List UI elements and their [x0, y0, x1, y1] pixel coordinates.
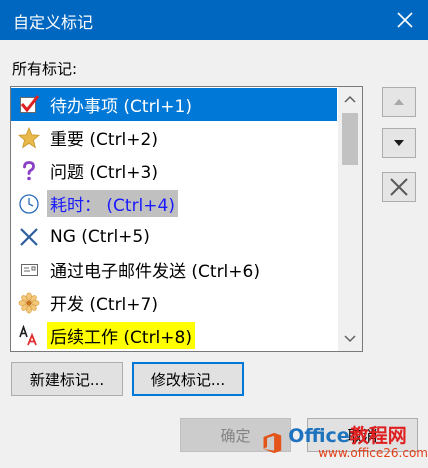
tags-listbox[interactable]: 待办事项 (Ctrl+1) 重要 (Ctrl+2) 问题 (Ctrl+3) 耗时…: [10, 86, 363, 352]
tag-item-time-consuming[interactable]: 耗时： (Ctrl+4): [11, 187, 337, 220]
triangle-up-icon: [394, 99, 404, 105]
tag-label: 通过电子邮件发送 (Ctrl+6): [50, 262, 260, 282]
question-mark-icon: [11, 154, 47, 187]
x-mark-icon: [11, 220, 47, 253]
watermark: Office教程网 www.office26.com: [262, 418, 428, 468]
all-tags-label: 所有标记:: [12, 60, 78, 78]
tag-item-follow-up[interactable]: 后续工作 (Ctrl+8): [11, 319, 337, 351]
chevron-up-icon: [344, 95, 356, 103]
chevron-down-icon: [344, 335, 356, 343]
tag-label: 待办事项 (Ctrl+1): [50, 97, 192, 117]
clock-icon: [11, 187, 47, 220]
tag-label: 开发 (Ctrl+7): [50, 295, 158, 315]
delete-x-icon: [390, 178, 408, 196]
tag-label: 耗时： (Ctrl+4): [47, 190, 178, 217]
email-card-icon: [11, 253, 47, 286]
new-tag-button[interactable]: 新建标记...: [11, 362, 123, 396]
tag-item-todo[interactable]: 待办事项 (Ctrl+1): [11, 88, 337, 121]
triangle-down-icon: [394, 140, 404, 146]
scroll-down-button[interactable]: [338, 327, 362, 351]
move-down-button[interactable]: [382, 128, 416, 158]
font-color-icon: [11, 319, 47, 351]
watermark-site: 教程网: [349, 424, 407, 447]
watermark-office: Office: [288, 424, 350, 447]
title-bar: 自定义标记: [0, 0, 428, 40]
scroll-up-button[interactable]: [338, 87, 362, 111]
tag-item-important[interactable]: 重要 (Ctrl+2): [11, 121, 337, 154]
tag-item-email[interactable]: 通过电子邮件发送 (Ctrl+6): [11, 253, 337, 286]
flower-icon: [11, 286, 47, 319]
close-button[interactable]: [382, 0, 428, 40]
checkbox-checked-icon: [11, 88, 47, 121]
modify-tag-button[interactable]: 修改标记...: [132, 362, 244, 396]
tag-label: 重要 (Ctrl+2): [50, 130, 158, 150]
move-up-button[interactable]: [382, 87, 416, 117]
tag-label: 问题 (Ctrl+3): [50, 163, 158, 183]
tag-label: 后续工作 (Ctrl+8): [47, 322, 195, 349]
star-icon: [11, 121, 47, 154]
watermark-url: www.office26.com: [318, 445, 428, 460]
close-icon: [397, 12, 413, 28]
window-title: 自定义标记: [13, 13, 94, 32]
delete-tag-button[interactable]: [382, 172, 416, 202]
office-logo-icon: [263, 432, 282, 454]
tag-item-question[interactable]: 问题 (Ctrl+3): [11, 154, 337, 187]
vertical-scrollbar[interactable]: [338, 87, 362, 351]
tag-label: NG (Ctrl+5): [50, 226, 150, 247]
tag-item-develop[interactable]: 开发 (Ctrl+7): [11, 286, 337, 319]
scroll-thumb[interactable]: [342, 113, 358, 165]
watermark-text: Office教程网 www.office26.com: [288, 424, 428, 460]
tag-item-ng[interactable]: NG (Ctrl+5): [11, 220, 337, 253]
